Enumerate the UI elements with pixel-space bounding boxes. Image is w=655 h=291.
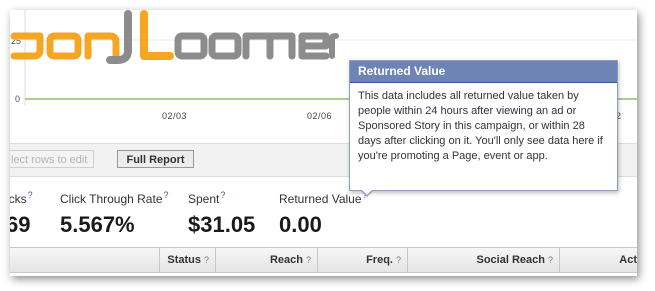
help-icon[interactable]: ? [306, 255, 311, 265]
metric-clicks-label: icks [10, 192, 27, 206]
y-tick-0: 0 [15, 94, 21, 104]
jon-loomer-logo [10, 10, 339, 64]
metric-ctr: Click Through Rate? 5.567% [60, 190, 169, 238]
tooltip-arrow-inner [361, 189, 373, 195]
full-report-button[interactable]: Full Report [117, 150, 194, 168]
column-header-freq[interactable]: Freq.? [317, 248, 407, 272]
metric-returned-value-value: 0.00 [279, 212, 322, 237]
help-icon[interactable]: ? [396, 255, 401, 265]
select-rows-to-edit-button[interactable]: lect rows to edit [10, 150, 95, 168]
campaign-stats-panel: 25 0 02/03 02/06 2 lect rows to edit Ful… [10, 10, 637, 276]
metric-spent-value: $31.05 [188, 212, 256, 237]
x-tick-0206: 02/06 [307, 111, 333, 121]
column-header-freq-label: Freq. [366, 254, 393, 266]
metric-returned-value: Returned Value? 0.00 [279, 190, 368, 238]
metric-clicks-value: 69 [10, 212, 31, 237]
metric-ctr-label: Click Through Rate [60, 192, 163, 206]
column-header-reach-label: Reach [269, 254, 303, 266]
column-header-social-reach-label: Social Reach [476, 254, 545, 266]
metric-clicks: icks? 69 [10, 190, 33, 238]
column-header-reach[interactable]: Reach? [215, 248, 317, 272]
help-icon[interactable]: ? [548, 255, 553, 265]
tooltip-title: Returned Value [350, 61, 617, 83]
campaign-table-header: Status? Reach? Freq.? Social Reach? Act [10, 247, 637, 273]
metric-returned-value-label: Returned Value [279, 192, 362, 206]
column-header-actions-label: Act [619, 254, 637, 266]
help-icon[interactable]: ? [204, 255, 209, 265]
help-icon[interactable]: ? [28, 190, 33, 200]
column-header-actions[interactable]: Act [559, 248, 637, 272]
help-icon[interactable]: ? [220, 190, 225, 200]
column-header-status[interactable]: Status? [159, 248, 215, 272]
metric-spent: Spent? $31.05 [188, 190, 255, 238]
metric-spent-label: Spent [188, 192, 220, 206]
column-header-social-reach[interactable]: Social Reach? [407, 248, 559, 272]
column-header-status-label: Status [167, 254, 201, 266]
tooltip-body: This data includes all returned value ta… [358, 90, 603, 162]
metric-ctr-value: 5.567% [60, 212, 135, 237]
help-icon[interactable]: ? [164, 190, 169, 200]
x-tick-0203: 02/03 [162, 111, 188, 121]
returned-value-tooltip: Returned Value This data includes all re… [349, 60, 618, 197]
